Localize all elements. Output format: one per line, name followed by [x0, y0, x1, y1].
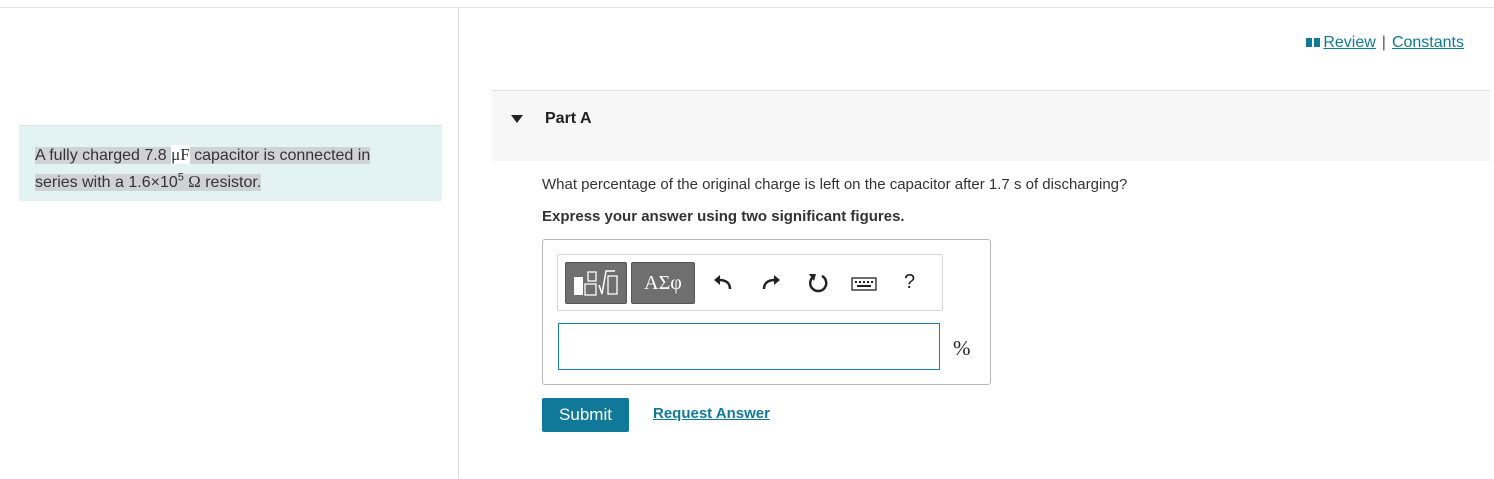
instruction-text: Express your answer using two significan… [542, 208, 905, 225]
link-separator: | [1381, 34, 1386, 51]
submit-button[interactable]: Submit [542, 398, 629, 432]
reset-icon[interactable] [805, 270, 831, 296]
undo-icon[interactable] [710, 270, 736, 296]
greek-symbols-button[interactable]: ΑΣφ [631, 262, 695, 304]
pane-divider [458, 8, 459, 479]
part-a-header[interactable]: Part A [492, 90, 1490, 161]
request-answer-link[interactable]: Request Answer [653, 405, 770, 422]
problem-text-part: A fully charged 7.8 [35, 147, 172, 164]
answer-box: ΑΣφ ? % [542, 239, 991, 385]
part-title: Part A [545, 110, 592, 127]
unit-label: % [953, 336, 971, 360]
help-icon[interactable]: ? [904, 271, 915, 294]
resistance-unit: Ω [183, 172, 201, 192]
top-rule [0, 7, 1494, 8]
review-link[interactable]: Review [1323, 34, 1375, 51]
capacitance-unit: μF [171, 145, 190, 164]
templates-icon [574, 270, 618, 296]
answer-input[interactable] [558, 323, 940, 370]
problem-text-part: capacitor is connected in [189, 147, 371, 164]
header-links: Review | Constants [1305, 34, 1464, 52]
question-text: What percentage of the original charge i… [542, 176, 1128, 193]
problem-text-part: resistor. [200, 174, 262, 192]
problem-statement: A fully charged 7.8 μF capacitor is conn… [19, 125, 442, 201]
keyboard-icon[interactable] [850, 270, 878, 296]
problem-text: A fully charged 7.8 μF capacitor is conn… [35, 143, 395, 194]
collapse-caret-icon[interactable] [511, 115, 523, 123]
book-icon [1306, 38, 1321, 47]
problem-text-part: series with a 1.6×10 [35, 174, 178, 192]
constants-link[interactable]: Constants [1392, 34, 1464, 51]
math-toolbar: ΑΣφ ? [557, 254, 943, 311]
redo-icon[interactable] [758, 270, 784, 296]
templates-button[interactable] [565, 262, 627, 304]
